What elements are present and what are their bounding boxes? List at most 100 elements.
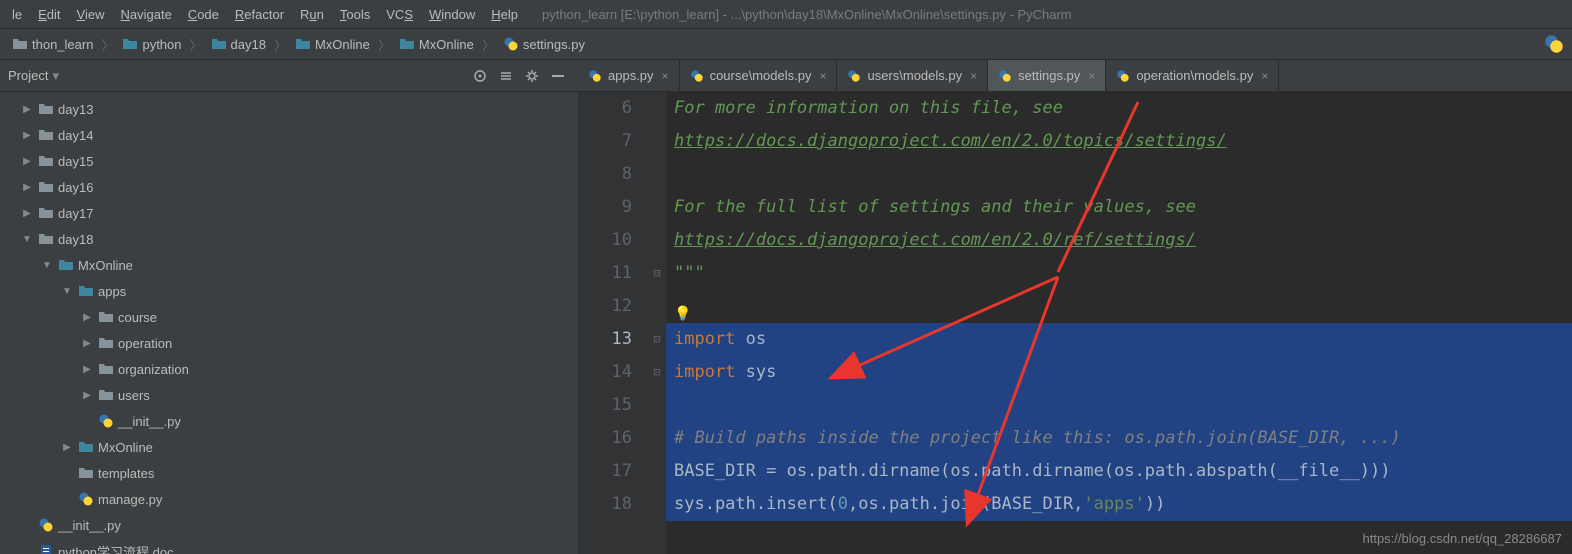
- code-line[interactable]: https://docs.djangoproject.com/en/2.0/re…: [666, 224, 1572, 257]
- tree-row[interactable]: python学习流程.doc: [0, 538, 578, 554]
- menu-tools[interactable]: Tools: [332, 3, 378, 26]
- menu-bar: le Edit View Navigate Code Refactor Run …: [0, 0, 1572, 28]
- tree-row[interactable]: ▶organization: [0, 356, 578, 382]
- tree-arrow-icon[interactable]: ▶: [80, 312, 94, 323]
- tree-arrow-icon[interactable]: ▼: [40, 260, 54, 271]
- fold-marker[interactable]: [648, 92, 666, 125]
- breadcrumb-item[interactable]: MxOnline: [291, 36, 370, 52]
- python-logo-icon: [1544, 34, 1564, 54]
- code-line[interactable]: For the full list of settings and their …: [666, 191, 1572, 224]
- code-line[interactable]: BASE_DIR = os.path.dirname(os.path.dirna…: [666, 455, 1572, 488]
- tree-row[interactable]: ▶ day15: [0, 148, 578, 174]
- tree-arrow-icon[interactable]: ▶: [20, 208, 34, 219]
- close-icon[interactable]: ×: [970, 69, 977, 83]
- fold-marker[interactable]: [648, 125, 666, 158]
- tree-row[interactable]: ▶operation: [0, 330, 578, 356]
- editor-tab[interactable]: operation\models.py ×: [1106, 60, 1279, 91]
- scroll-from-source-icon[interactable]: [468, 64, 492, 88]
- tree-row[interactable]: ▶course: [0, 304, 578, 330]
- tree-row[interactable]: __init__.py: [0, 408, 578, 434]
- tree-row[interactable]: ▼ day18: [0, 226, 578, 252]
- tree-row[interactable]: ▶day16: [0, 174, 578, 200]
- fold-marker[interactable]: [648, 488, 666, 521]
- editor-tab[interactable]: users\models.py×: [837, 60, 988, 91]
- tree-row[interactable]: ▶MxOnline: [0, 434, 578, 460]
- editor-tab[interactable]: apps.py×: [578, 60, 680, 91]
- fold-marker[interactable]: [648, 158, 666, 191]
- code-line[interactable]: [666, 389, 1572, 422]
- code-line[interactable]: https://docs.djangoproject.com/en/2.0/to…: [666, 125, 1572, 158]
- code-editor[interactable]: 6789101112131415161718 ⊟⊟⊟ For more info…: [578, 92, 1572, 554]
- fold-marker[interactable]: [648, 224, 666, 257]
- tree-arrow-icon[interactable]: ▶: [80, 338, 94, 349]
- menu-vcs[interactable]: VCS: [378, 3, 421, 26]
- tree-row[interactable]: ▶day13: [0, 96, 578, 122]
- fold-strip[interactable]: ⊟⊟⊟: [648, 92, 666, 554]
- breadcrumb-item[interactable]: MxOnline: [395, 36, 474, 52]
- editor-tab[interactable]: course\models.py×: [680, 60, 838, 91]
- code-line[interactable]: [666, 158, 1572, 191]
- code-line[interactable]: import os: [666, 323, 1572, 356]
- fold-marker[interactable]: [648, 191, 666, 224]
- code-lines[interactable]: For more information on this file, seeht…: [666, 92, 1572, 554]
- tree-arrow-icon[interactable]: ▼: [20, 234, 34, 245]
- fold-marker[interactable]: [648, 455, 666, 488]
- tree-row[interactable]: manage.py: [0, 486, 578, 512]
- menu-help[interactable]: Help: [483, 3, 526, 26]
- sidebar-title[interactable]: Project: [8, 68, 48, 83]
- fold-marker[interactable]: [648, 422, 666, 455]
- tree-label: day18: [58, 232, 93, 247]
- hide-sidebar-icon[interactable]: [546, 64, 570, 88]
- project-tree[interactable]: ▶day13▶day14▶day15▶day16▶day17▼day18▼MxO…: [0, 92, 578, 554]
- menu-file[interactable]: le: [4, 3, 30, 26]
- menu-run[interactable]: Run: [292, 3, 332, 26]
- code-line[interactable]: 💡: [666, 290, 1572, 323]
- fold-marker[interactable]: [648, 389, 666, 422]
- tree-label: day15: [58, 154, 93, 169]
- code-line[interactable]: # Build paths inside the project like th…: [666, 422, 1572, 455]
- tree-row[interactable]: ▶day14: [0, 122, 578, 148]
- fold-marker[interactable]: ⊟: [648, 323, 666, 356]
- tree-arrow-icon[interactable]: ▶: [60, 442, 74, 453]
- breadcrumb-item[interactable]: python: [118, 36, 181, 52]
- breadcrumb-item[interactable]: settings.py: [499, 36, 585, 52]
- tree-arrow-icon[interactable]: ▶: [80, 390, 94, 401]
- close-icon[interactable]: ×: [819, 69, 826, 83]
- tree-row[interactable]: ▼apps: [0, 278, 578, 304]
- menu-view[interactable]: View: [69, 3, 113, 26]
- tree-arrow-icon[interactable]: ▶: [20, 130, 34, 141]
- close-icon[interactable]: ×: [662, 69, 669, 83]
- code-line[interactable]: For more information on this file, see: [666, 92, 1572, 125]
- tab-label: operation\models.py: [1136, 68, 1253, 83]
- tree-arrow-icon[interactable]: ▼: [60, 286, 74, 297]
- breadcrumb-item[interactable]: thon_learn: [8, 36, 93, 52]
- tree-arrow-icon[interactable]: ▶: [20, 156, 34, 167]
- code-line[interactable]: """: [666, 257, 1572, 290]
- tree-row[interactable]: ▶day17: [0, 200, 578, 226]
- menu-window[interactable]: Window: [421, 3, 483, 26]
- menu-navigate[interactable]: Navigate: [112, 3, 179, 26]
- tree-row[interactable]: templates: [0, 460, 578, 486]
- editor-tab[interactable]: settings.py×: [988, 60, 1106, 91]
- breadcrumb-item[interactable]: day18: [207, 36, 266, 52]
- menu-refactor[interactable]: Refactor: [227, 3, 292, 26]
- sidebar-dropdown-icon[interactable]: ▾: [52, 68, 59, 84]
- fold-marker[interactable]: [648, 290, 666, 323]
- tree-row[interactable]: __init__.py: [0, 512, 578, 538]
- code-line[interactable]: import sys: [666, 356, 1572, 389]
- tree-arrow-icon[interactable]: ▶: [80, 364, 94, 375]
- tree-row[interactable]: ▶users: [0, 382, 578, 408]
- fold-marker[interactable]: ⊟: [648, 356, 666, 389]
- collapse-all-icon[interactable]: [494, 64, 518, 88]
- tree-arrow-icon[interactable]: ▶: [20, 104, 34, 115]
- tree-row[interactable]: ▼MxOnline: [0, 252, 578, 278]
- settings-gear-icon[interactable]: [520, 64, 544, 88]
- close-icon[interactable]: ×: [1088, 69, 1095, 83]
- breadcrumb-label: settings.py: [523, 37, 585, 52]
- menu-edit[interactable]: Edit: [30, 3, 68, 26]
- menu-code[interactable]: Code: [180, 3, 227, 26]
- close-icon[interactable]: ×: [1261, 69, 1268, 83]
- tree-arrow-icon[interactable]: ▶: [20, 182, 34, 193]
- fold-marker[interactable]: ⊟: [648, 257, 666, 290]
- code-line[interactable]: sys.path.insert(0,os.path.join(BASE_DIR,…: [666, 488, 1572, 521]
